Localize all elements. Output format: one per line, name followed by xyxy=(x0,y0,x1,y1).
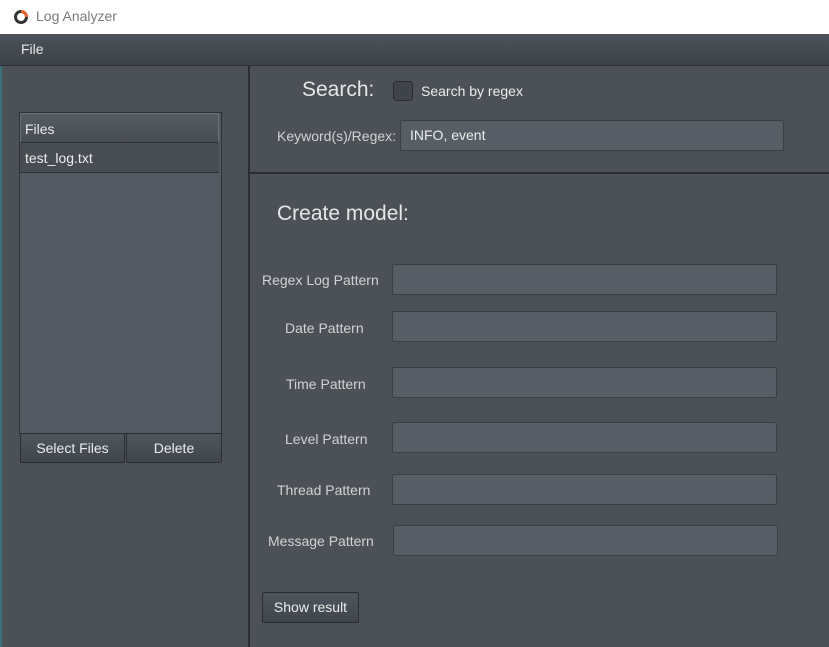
app-ring-icon xyxy=(14,10,28,24)
regex-log-pattern-label: Regex Log Pattern xyxy=(262,272,379,288)
message-pattern-input[interactable] xyxy=(393,525,778,556)
date-pattern-input[interactable] xyxy=(392,311,777,342)
file-name: test_log.txt xyxy=(25,150,93,166)
regex-log-pattern-input[interactable] xyxy=(392,264,777,295)
time-pattern-label: Time Pattern xyxy=(286,376,366,392)
search-by-regex-checkbox[interactable] xyxy=(393,81,413,101)
keyword-label: Keyword(s)/Regex: xyxy=(277,128,397,144)
delete-button[interactable]: Delete xyxy=(126,433,222,463)
files-header-label: Files xyxy=(25,121,55,137)
list-item[interactable]: test_log.txt xyxy=(20,143,219,173)
thread-pattern-input[interactable] xyxy=(392,474,777,505)
level-pattern-input[interactable] xyxy=(392,422,777,453)
message-pattern-label: Message Pattern xyxy=(268,533,374,549)
menu-file[interactable]: File xyxy=(21,41,44,57)
search-title: Search: xyxy=(302,78,375,101)
time-pattern-input[interactable] xyxy=(392,367,777,398)
show-result-button[interactable]: Show result xyxy=(262,592,359,623)
window-title: Log Analyzer xyxy=(36,8,117,24)
search-by-regex-label[interactable]: Search by regex xyxy=(421,83,523,99)
level-pattern-label: Level Pattern xyxy=(285,431,368,447)
date-pattern-label: Date Pattern xyxy=(285,320,364,336)
files-list-header[interactable]: Files xyxy=(20,113,219,143)
thread-pattern-label: Thread Pattern xyxy=(277,482,371,498)
horizontal-divider[interactable] xyxy=(250,172,829,174)
title-bar: Log Analyzer xyxy=(0,0,829,34)
keyword-input[interactable]: INFO, event xyxy=(400,120,784,151)
create-model-title: Create model: xyxy=(277,202,409,225)
files-list[interactable]: Files test_log.txt xyxy=(19,112,222,434)
select-files-button[interactable]: Select Files xyxy=(20,433,125,463)
menu-bar: File xyxy=(0,34,829,66)
